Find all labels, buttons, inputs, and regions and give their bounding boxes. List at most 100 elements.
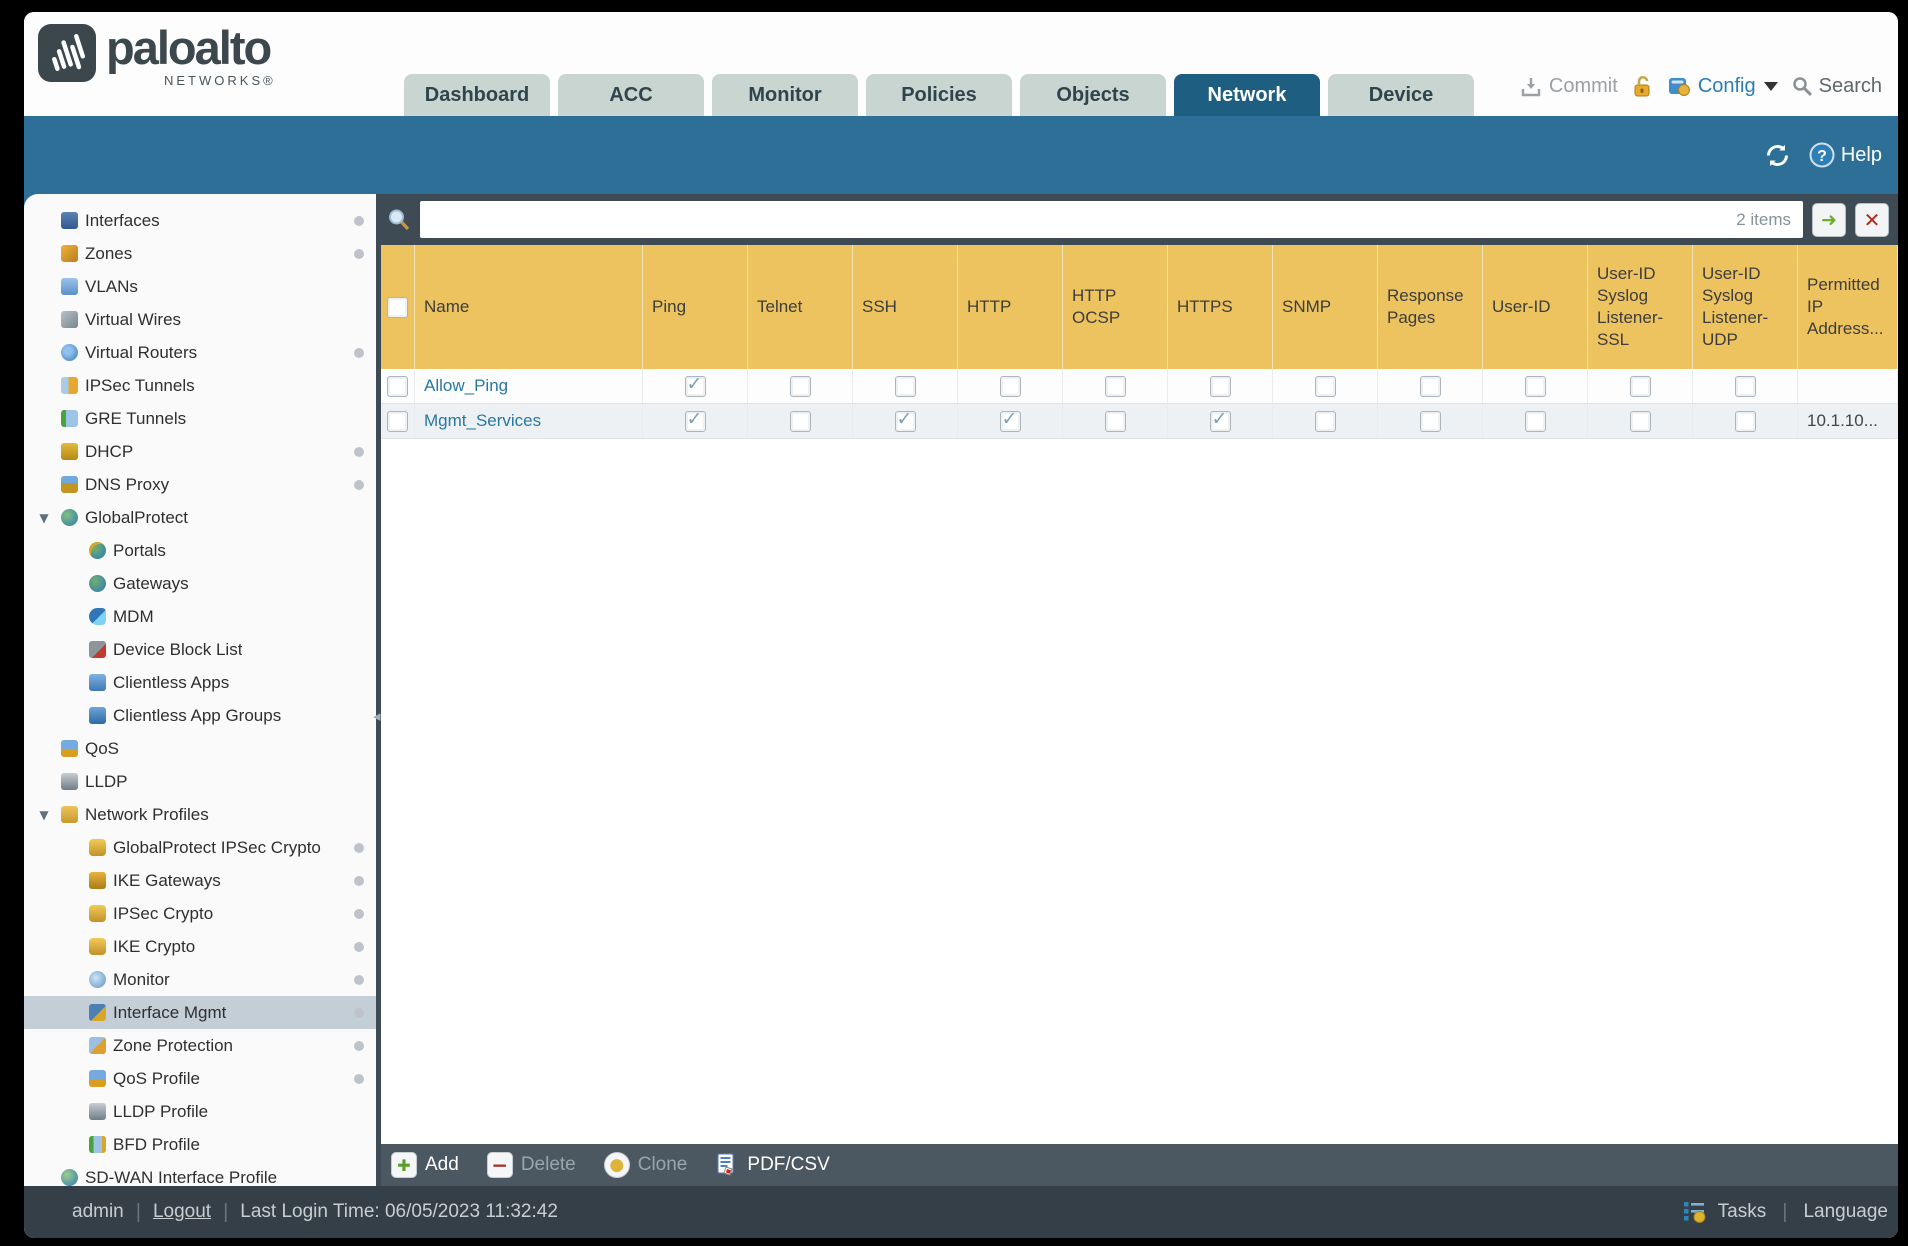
checkbox-http-ocsp-unchecked[interactable]	[1104, 375, 1126, 397]
item-options-dot[interactable]	[354, 908, 364, 919]
item-options-dot[interactable]	[354, 215, 364, 226]
tab-network[interactable]: Network	[1174, 74, 1320, 116]
sidebar-item-virtual-routers[interactable]: Virtual Routers	[24, 336, 376, 369]
item-options-dot[interactable]	[354, 248, 364, 259]
checkbox-ping-checked[interactable]	[684, 373, 706, 397]
language-link[interactable]: Language	[1803, 1201, 1888, 1223]
checkbox-telnet-unchecked[interactable]	[789, 375, 811, 397]
checkbox-response-pages-unchecked[interactable]	[1419, 375, 1441, 397]
item-options-dot[interactable]	[354, 347, 364, 358]
lock-icon[interactable]	[1632, 75, 1653, 98]
checkbox-https-unchecked[interactable]	[1209, 375, 1231, 397]
tab-policies[interactable]: Policies	[866, 74, 1012, 116]
sidebar-item-sd-wan-interface-profile[interactable]: SD-WAN Interface Profile	[24, 1161, 376, 1186]
sidebar-item-mdm[interactable]: MDM	[24, 600, 376, 633]
item-options-dot[interactable]	[354, 1040, 364, 1051]
collapse-triangle-icon[interactable]: ▼	[34, 808, 54, 822]
checkbox-https-checked[interactable]	[1209, 408, 1231, 432]
checkbox-user-id-unchecked[interactable]	[1524, 410, 1546, 432]
item-options-dot[interactable]	[354, 974, 364, 985]
sidebar-item-lldp[interactable]: LLDP	[24, 765, 376, 798]
global-search-button[interactable]: Search	[1792, 75, 1882, 98]
sidebar-item-dhcp[interactable]: DHCP	[24, 435, 376, 468]
sidebar-collapse-handle[interactable]	[373, 707, 381, 725]
tab-dashboard[interactable]: Dashboard	[404, 74, 550, 116]
item-options-dot[interactable]	[354, 1073, 364, 1084]
column-header-user-id-syslog-listener-ssl[interactable]: User-ID Syslog Listener-SSL	[1588, 245, 1693, 369]
sidebar-item-clientless-app-groups[interactable]: Clientless App Groups	[24, 699, 376, 732]
checkbox-http-ocsp-unchecked[interactable]	[1104, 410, 1126, 432]
checkbox-http-unchecked[interactable]	[999, 375, 1021, 397]
sidebar-item-globalprotect-ipsec-crypto[interactable]: GlobalProtect IPSec Crypto	[24, 831, 376, 864]
collapse-triangle-icon[interactable]: ▼	[34, 511, 54, 525]
tasks-link[interactable]: Tasks	[1718, 1201, 1767, 1223]
item-options-dot[interactable]	[354, 446, 364, 457]
table-row-mgmt-services[interactable]: Mgmt_Services 10.1.10...	[381, 404, 1898, 439]
column-header-ping[interactable]: Ping	[643, 245, 748, 369]
sidebar-item-globalprotect[interactable]: ▼ GlobalProtect	[24, 501, 376, 534]
column-header-snmp[interactable]: SNMP	[1273, 245, 1378, 369]
item-options-dot[interactable]	[354, 941, 364, 952]
tab-monitor[interactable]: Monitor	[712, 74, 858, 116]
column-header-user-id-syslog-listener-udp[interactable]: User-ID Syslog Listener-UDP	[1693, 245, 1798, 369]
column-header-permitted-ip-address[interactable]: Permitted IP Address...	[1798, 245, 1898, 369]
sidebar-item-lldp-profile[interactable]: LLDP Profile	[24, 1095, 376, 1128]
table-row-allow-ping[interactable]: Allow_Ping	[381, 369, 1898, 404]
item-options-dot[interactable]	[354, 842, 364, 853]
sidebar-item-interfaces[interactable]: Interfaces	[24, 204, 376, 237]
column-header-http-ocsp[interactable]: HTTP OCSP	[1063, 245, 1168, 369]
sidebar-item-interface-mgmt[interactable]: Interface Mgmt	[24, 996, 376, 1029]
row-select-checkbox[interactable]	[387, 410, 408, 432]
logout-link[interactable]: Logout	[153, 1201, 211, 1223]
refresh-icon[interactable]	[1764, 142, 1791, 169]
checkbox-user-id-syslog-listener-ssl-unchecked[interactable]	[1629, 410, 1651, 432]
column-header-response-pages[interactable]: Response Pages	[1378, 245, 1483, 369]
sidebar-item-ike-crypto[interactable]: IKE Crypto	[24, 930, 376, 963]
sidebar-item-bfd-profile[interactable]: BFD Profile	[24, 1128, 376, 1161]
checkbox-ssh-checked[interactable]	[894, 408, 916, 432]
checkbox-user-id-syslog-listener-ssl-unchecked[interactable]	[1629, 375, 1651, 397]
checkbox-snmp-unchecked[interactable]	[1314, 375, 1336, 397]
sidebar-item-gre-tunnels[interactable]: GRE Tunnels	[24, 402, 376, 435]
row-name-link[interactable]: Allow_Ping	[424, 376, 508, 396]
sidebar-item-zones[interactable]: Zones	[24, 237, 376, 270]
checkbox-ping-checked[interactable]	[684, 408, 706, 432]
add-button[interactable]: Add	[391, 1152, 459, 1178]
sidebar-item-qos[interactable]: QoS	[24, 732, 376, 765]
column-header-telnet[interactable]: Telnet	[748, 245, 853, 369]
config-menu-button[interactable]: Config	[1667, 75, 1778, 98]
sidebar-item-device-block-list[interactable]: Device Block List	[24, 633, 376, 666]
sidebar-item-dns-proxy[interactable]: DNS Proxy	[24, 468, 376, 501]
item-options-dot[interactable]	[354, 479, 364, 490]
column-header-name[interactable]: Name	[415, 245, 643, 369]
item-options-dot[interactable]	[354, 1007, 364, 1018]
sidebar-item-zone-protection[interactable]: Zone Protection	[24, 1029, 376, 1062]
checkbox-http-checked[interactable]	[999, 408, 1021, 432]
tab-objects[interactable]: Objects	[1020, 74, 1166, 116]
filter-input[interactable]	[420, 209, 1737, 230]
tab-acc[interactable]: ACC	[558, 74, 704, 116]
column-header-user-id[interactable]: User-ID	[1483, 245, 1588, 369]
checkbox-user-id-syslog-listener-udp-unchecked[interactable]	[1734, 375, 1756, 397]
sidebar-item-clientless-apps[interactable]: Clientless Apps	[24, 666, 376, 699]
tab-device[interactable]: Device	[1328, 74, 1474, 116]
column-header-ssh[interactable]: SSH	[853, 245, 958, 369]
sidebar-item-vlans[interactable]: VLANs	[24, 270, 376, 303]
item-options-dot[interactable]	[354, 875, 364, 886]
sidebar-item-ipsec-crypto[interactable]: IPSec Crypto	[24, 897, 376, 930]
sidebar-item-portals[interactable]: Portals	[24, 534, 376, 567]
clear-filter-button[interactable]	[1855, 202, 1889, 237]
sidebar-item-qos-profile[interactable]: QoS Profile	[24, 1062, 376, 1095]
clone-button[interactable]: Clone	[603, 1152, 687, 1178]
commit-button[interactable]: Commit	[1519, 75, 1618, 98]
checkbox-user-id-syslog-listener-udp-unchecked[interactable]	[1734, 410, 1756, 432]
apply-filter-button[interactable]	[1812, 202, 1846, 237]
checkbox-telnet-unchecked[interactable]	[789, 410, 811, 432]
help-button[interactable]: ? Help	[1809, 142, 1882, 168]
select-all-checkbox[interactable]	[387, 296, 408, 318]
sidebar-item-monitor[interactable]: Monitor	[24, 963, 376, 996]
column-header-https[interactable]: HTTPS	[1168, 245, 1273, 369]
sidebar-item-virtual-wires[interactable]: Virtual Wires	[24, 303, 376, 336]
checkbox-snmp-unchecked[interactable]	[1314, 410, 1336, 432]
row-select-checkbox[interactable]	[387, 375, 408, 397]
